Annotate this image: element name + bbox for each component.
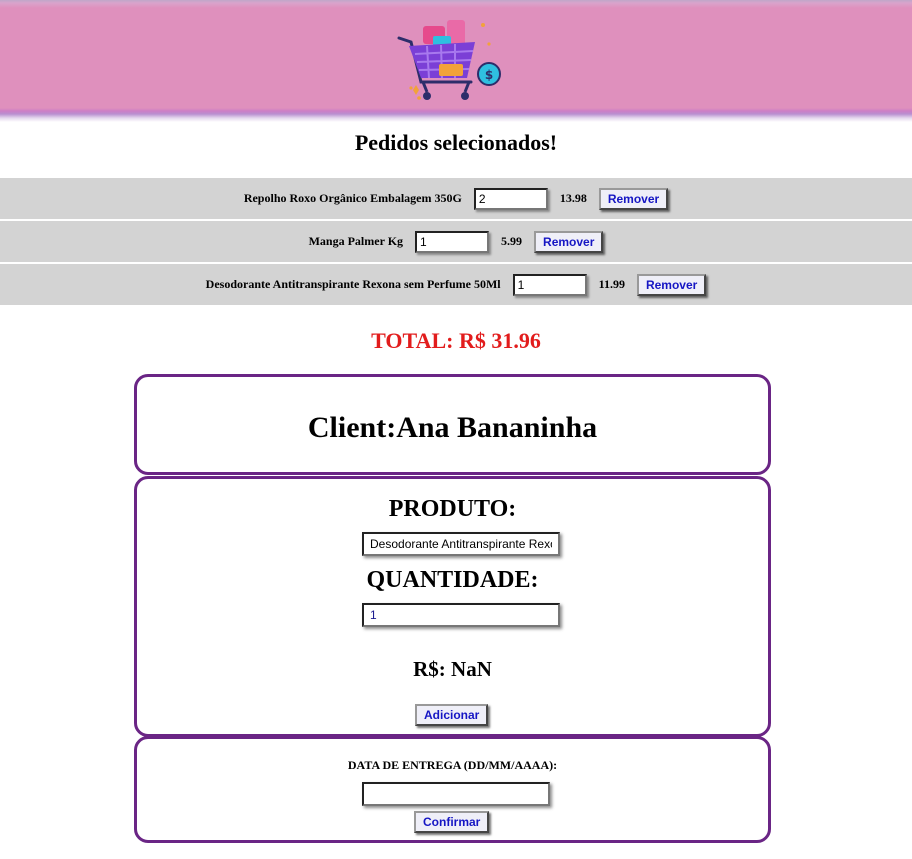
quantity-input[interactable]: [362, 603, 560, 627]
client-name: Client:Ana Bananinha: [307, 411, 598, 444]
delivery-date-input[interactable]: [362, 782, 550, 806]
quantity-label: QUANTIDADE:: [366, 567, 539, 593]
item-price: 5.99: [501, 234, 523, 248]
item-price: 11.99: [598, 277, 625, 291]
confirm-button[interactable]: Confirmar: [414, 811, 490, 833]
item-name: Desodorante Antitranspirante Rexona sem …: [205, 277, 501, 291]
item-name: Manga Palmer Kg: [308, 234, 404, 248]
remove-item-button[interactable]: Remover: [598, 187, 669, 210]
svg-text:$: $: [485, 68, 493, 82]
item-quantity-input[interactable]: [512, 273, 587, 296]
delivery-date-label: DATA DE ENTREGA (DD/MM/AAAA):: [347, 758, 558, 772]
order-total: TOTAL: R$ 31.96: [371, 328, 541, 353]
item-name: Repolho Roxo Orgânico Embalagem 350G: [243, 191, 462, 205]
product-price: R$: NaN: [413, 657, 492, 681]
order-item-row: Desodorante Antitranspirante Rexona sem …: [0, 264, 912, 305]
delivery-form-card: DATA DE ENTREGA (DD/MM/AAAA): Confirmar: [134, 736, 771, 843]
header-banner: $: [0, 0, 912, 122]
client-card: Client:Ana Bananinha: [134, 374, 771, 475]
item-quantity-input[interactable]: [473, 187, 548, 210]
order-item-row: Repolho Roxo Orgânico Embalagem 350G 13.…: [0, 178, 912, 219]
add-button[interactable]: Adicionar: [415, 704, 489, 726]
product-label: PRODUTO:: [388, 496, 517, 522]
product-select[interactable]: [362, 532, 560, 556]
item-price: 13.98: [559, 191, 587, 205]
item-quantity-input[interactable]: [415, 230, 490, 253]
remove-item-button[interactable]: Remover: [534, 230, 604, 253]
shopping-cart-icon: $: [397, 20, 501, 100]
product-form-card: PRODUTO: QUANTIDADE: R$: NaN Adicionar: [134, 476, 771, 737]
page-title: Pedidos selecionados!: [354, 130, 558, 155]
remove-item-button[interactable]: Remover: [636, 273, 707, 296]
order-item-row: Manga Palmer Kg 5.99 Remover: [0, 221, 912, 262]
